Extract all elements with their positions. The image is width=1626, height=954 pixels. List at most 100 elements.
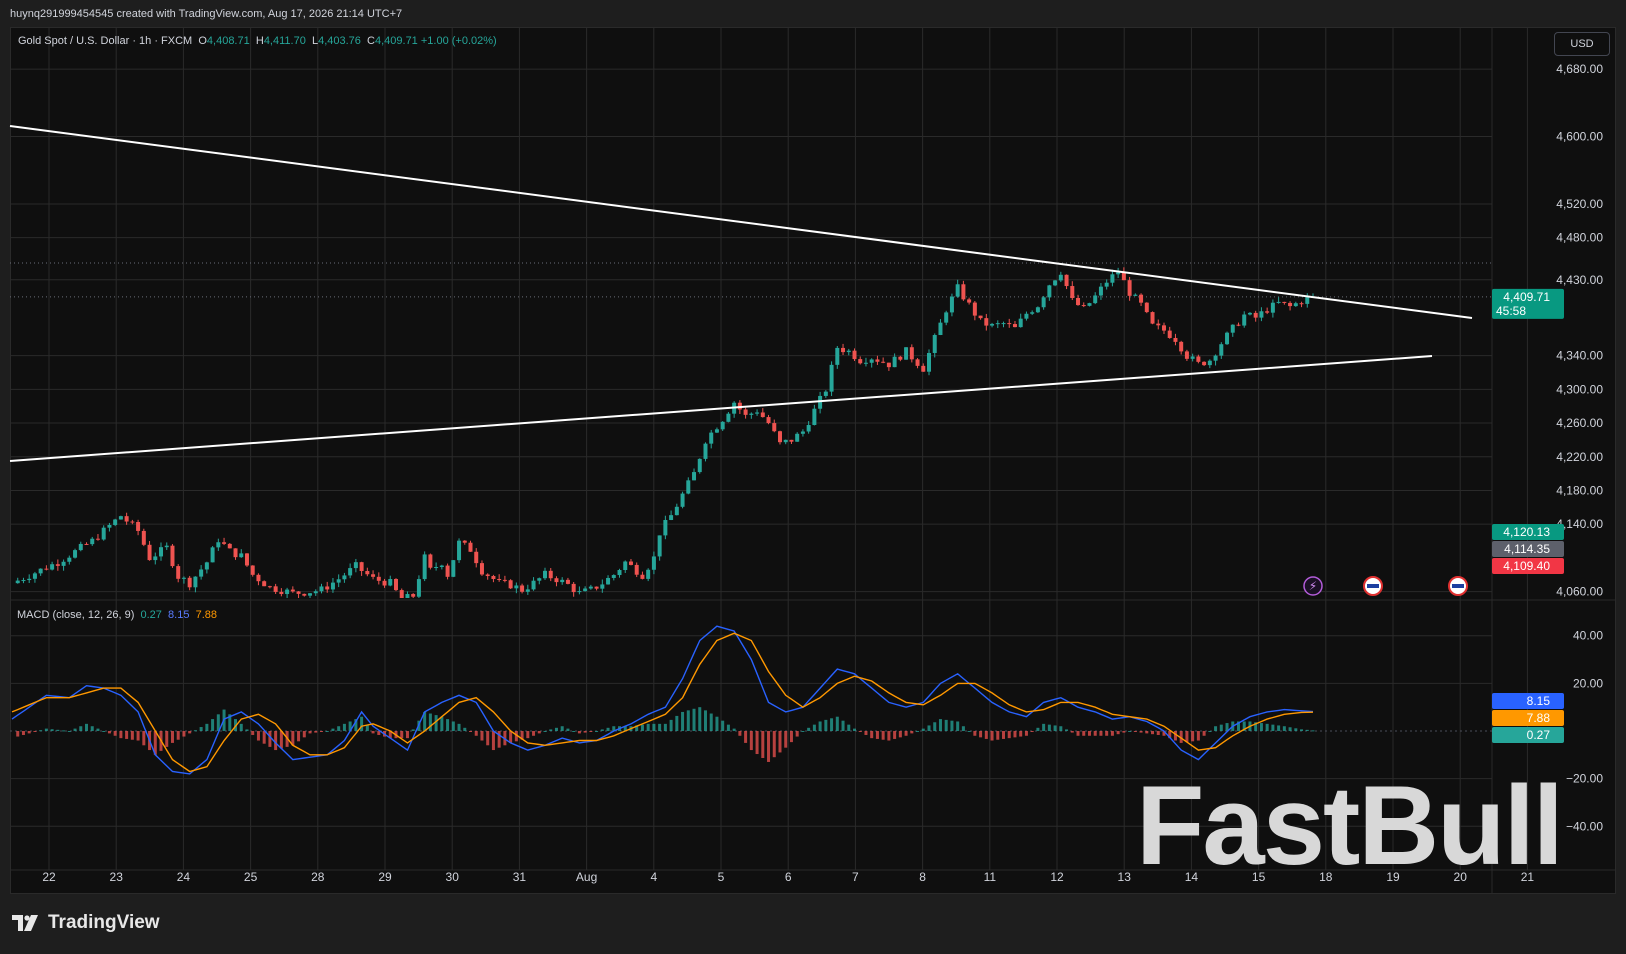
macd-histogram-bar (1042, 723, 1046, 731)
macd-histogram-bar (440, 716, 444, 731)
macd-histogram-bar (21, 731, 25, 735)
macd-histogram-bar (944, 719, 948, 731)
macd-legend: MACD (close, 12, 26, 9) 0.27 8.15 7.88 (17, 609, 217, 621)
candle-body (938, 322, 943, 335)
macd-histogram-bar (411, 729, 415, 731)
macd-histogram-bar (1087, 731, 1091, 736)
close-value: 4,409.71 (374, 35, 418, 47)
current-price-label: 4,409.71 (1503, 290, 1550, 304)
macd-histogram-bar (314, 731, 318, 733)
macd-histogram-bar (967, 731, 971, 732)
candle-body (330, 582, 335, 590)
macd-histogram-bar (824, 719, 828, 731)
candle-body (1167, 330, 1172, 338)
candle-body (445, 565, 450, 577)
candle-body (967, 299, 972, 303)
candle-body (193, 576, 198, 588)
candle-body (382, 580, 387, 586)
candle-body (955, 284, 960, 297)
macd-histogram-bar (732, 728, 736, 731)
macd-histogram-bar (784, 731, 788, 748)
macd-histogram-bar (1065, 729, 1069, 731)
macd-histogram-bar (560, 726, 564, 731)
candle-body (886, 362, 891, 368)
macd-histogram-bar (916, 731, 920, 732)
macd-histogram-bar (73, 728, 77, 731)
candle-body (669, 515, 674, 520)
tradingview-logo[interactable]: TradingView (12, 912, 160, 934)
macd-histogram-bar (39, 730, 43, 732)
macd-histogram-bar (239, 723, 243, 731)
macd-histogram-bar (469, 731, 473, 732)
x-tick-label: 28 (311, 870, 325, 884)
macd-signal-value: 7.88 (195, 609, 218, 621)
candle-body (405, 594, 410, 598)
macd-histogram-bar (646, 723, 650, 731)
candle-body (313, 591, 318, 594)
candle-body (571, 583, 576, 593)
macd-histogram-bar (1259, 723, 1263, 731)
price-legend: Gold Spot / U.S. Dollar · 1h · FXCM O4,4… (18, 35, 497, 47)
candle-body (1253, 312, 1258, 318)
macd-histogram-bar (1294, 728, 1298, 731)
candle-body (1150, 312, 1155, 324)
candle-body (153, 556, 158, 561)
macd-histogram-bar (1002, 731, 1006, 739)
currency-button[interactable]: USD (1554, 32, 1610, 56)
macd-histogram-bar (1311, 730, 1315, 732)
candle-body (353, 562, 358, 569)
macd-histogram-bar (537, 731, 541, 734)
candle-body (462, 540, 467, 543)
candle-body (1041, 297, 1046, 308)
macd-histogram-bar (62, 730, 66, 732)
macd-histogram-bar (90, 726, 94, 731)
candle-body (508, 580, 513, 589)
candle-body (846, 350, 851, 353)
candle-body (1127, 280, 1132, 296)
macd-histogram-bar (50, 729, 54, 731)
macd-histogram-bar (27, 731, 31, 734)
candle-body (703, 443, 708, 459)
macd-histogram-bar (1305, 729, 1309, 731)
price-label-mid: 4,114.35 (1504, 542, 1550, 556)
candle-body (239, 553, 244, 558)
macd-histogram-bar (446, 719, 450, 731)
macd-histogram-bar (1277, 725, 1281, 731)
macd-histogram-bar (1185, 731, 1189, 743)
macd-histogram-bar (474, 731, 478, 736)
macd-histogram-bar (950, 720, 954, 731)
price-label-lower: 4,109.40 (1503, 559, 1550, 573)
candle-body (250, 565, 255, 575)
candle-body (583, 588, 588, 592)
macd-histogram-bar (526, 731, 530, 739)
candle-body (1139, 294, 1144, 303)
candle-body (1064, 274, 1069, 287)
macd-histogram-bar (681, 711, 685, 731)
candle-body (755, 412, 760, 414)
x-tick-label: 24 (177, 870, 191, 884)
tradingview-logo-icon (12, 915, 38, 931)
candle-body (772, 423, 777, 432)
candle-body (285, 589, 290, 595)
candle-body (67, 557, 72, 562)
macd-histogram-bar (887, 731, 891, 741)
y-tick-label: 4,220.00 (1556, 450, 1603, 464)
candle-body (411, 594, 416, 597)
candle-body (1035, 307, 1040, 313)
candle-body (1173, 337, 1178, 342)
macd-histogram-bar (652, 723, 656, 731)
candle-body (1161, 325, 1166, 331)
candle-body (881, 361, 886, 363)
macd-histogram-bar (801, 731, 805, 732)
candle-body (697, 458, 702, 473)
macd-histogram-bar (1191, 731, 1195, 742)
macd-histogram-bar (193, 730, 197, 732)
candle-body (502, 579, 507, 581)
candle-body (1076, 297, 1081, 306)
macd-histogram-bar (1156, 731, 1160, 735)
macd-histogram-bar (16, 731, 20, 737)
candle-body (1058, 274, 1063, 281)
candle-body (760, 412, 765, 418)
macd-histogram-bar (79, 726, 83, 731)
candle-body (428, 554, 433, 568)
